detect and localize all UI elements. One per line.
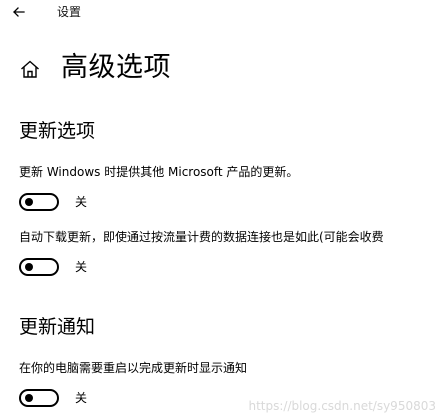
setting-label-other-products: 更新 Windows 时提供其他 Microsoft 产品的更新。: [19, 165, 299, 179]
title-bar: 设置: [0, 0, 442, 26]
toggle-knob: [25, 394, 33, 402]
section-heading-update-notifications: 更新通知: [19, 316, 96, 338]
toggle-knob: [25, 263, 33, 271]
home-icon: [21, 60, 39, 78]
toggle-state-restart-notification: 关: [75, 391, 88, 405]
home-button[interactable]: [19, 59, 41, 79]
toggle-restart-notification[interactable]: [19, 389, 59, 407]
toggle-other-products[interactable]: [19, 193, 59, 211]
toggle-state-other-products: 关: [75, 195, 88, 209]
window-title: 设置: [57, 5, 82, 19]
toggle-state-metered-download: 关: [75, 260, 88, 274]
section-heading-update-options: 更新选项: [19, 120, 96, 142]
setting-label-metered-download: 自动下载更新，即使通过按流量计费的数据连接也是如此(可能会收费: [19, 230, 384, 244]
setting-label-restart-notification: 在你的电脑需要重启以完成更新时显示通知: [19, 361, 248, 375]
toggle-metered-download[interactable]: [19, 258, 59, 276]
back-arrow-icon: [13, 7, 25, 17]
watermark: https://blog.csdn.net/sy950803: [248, 399, 436, 413]
settings-page: 设置 高级选项 更新选项 更新 Windows 时提供其他 Microsoft …: [0, 0, 442, 417]
page-title: 高级选项: [61, 52, 171, 83]
back-button[interactable]: [8, 1, 30, 23]
toggle-knob: [25, 198, 33, 206]
